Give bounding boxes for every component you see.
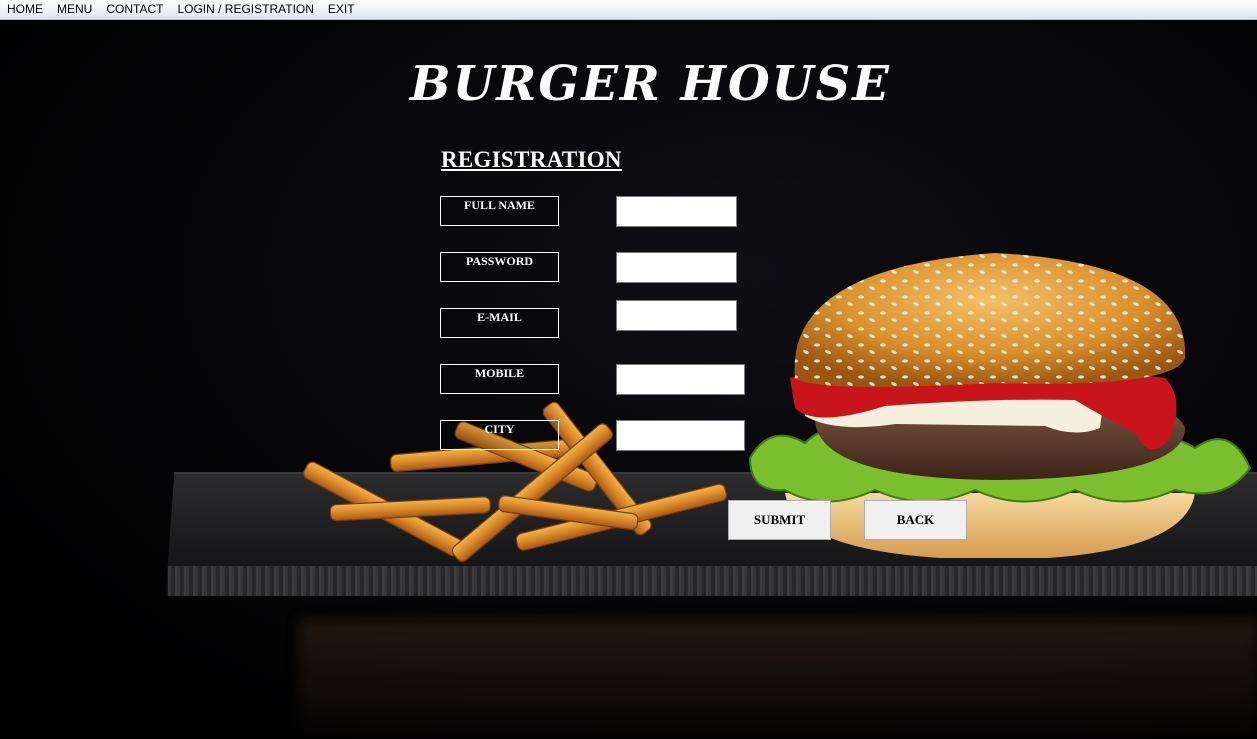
back-button[interactable]: BACK bbox=[864, 500, 967, 540]
menu-bar: HOME MENU CONTACT LOGIN / REGISTRATION E… bbox=[0, 0, 1257, 20]
email-label: E-MAIL bbox=[440, 308, 559, 338]
city-label: CITY bbox=[440, 420, 559, 450]
full-name-label: FULL NAME bbox=[440, 196, 559, 226]
city-input[interactable] bbox=[616, 420, 745, 451]
fries-image bbox=[303, 401, 728, 562]
email-input[interactable] bbox=[616, 300, 737, 331]
slate-edge bbox=[168, 566, 1257, 596]
password-input[interactable] bbox=[616, 252, 737, 283]
menu-home[interactable]: HOME bbox=[0, 0, 50, 19]
table-reflection bbox=[300, 620, 1257, 739]
mobile-input[interactable] bbox=[616, 364, 745, 395]
background-image: BURGER HOUSE REGISTRATION FULL NAME PASS… bbox=[0, 20, 1257, 739]
menu-contact[interactable]: CONTACT bbox=[99, 0, 170, 19]
registration-heading: REGISTRATION bbox=[441, 147, 622, 172]
password-label: PASSWORD bbox=[440, 252, 559, 282]
menu-login-registration[interactable]: LOGIN / REGISTRATION bbox=[170, 0, 320, 19]
full-name-input[interactable] bbox=[616, 196, 737, 227]
mobile-label: MOBILE bbox=[440, 364, 559, 394]
submit-button[interactable]: SUBMIT bbox=[728, 500, 831, 540]
page-title: BURGER HOUSE bbox=[410, 56, 891, 112]
menu-menu[interactable]: MENU bbox=[50, 0, 99, 19]
menu-exit[interactable]: EXIT bbox=[321, 0, 362, 19]
